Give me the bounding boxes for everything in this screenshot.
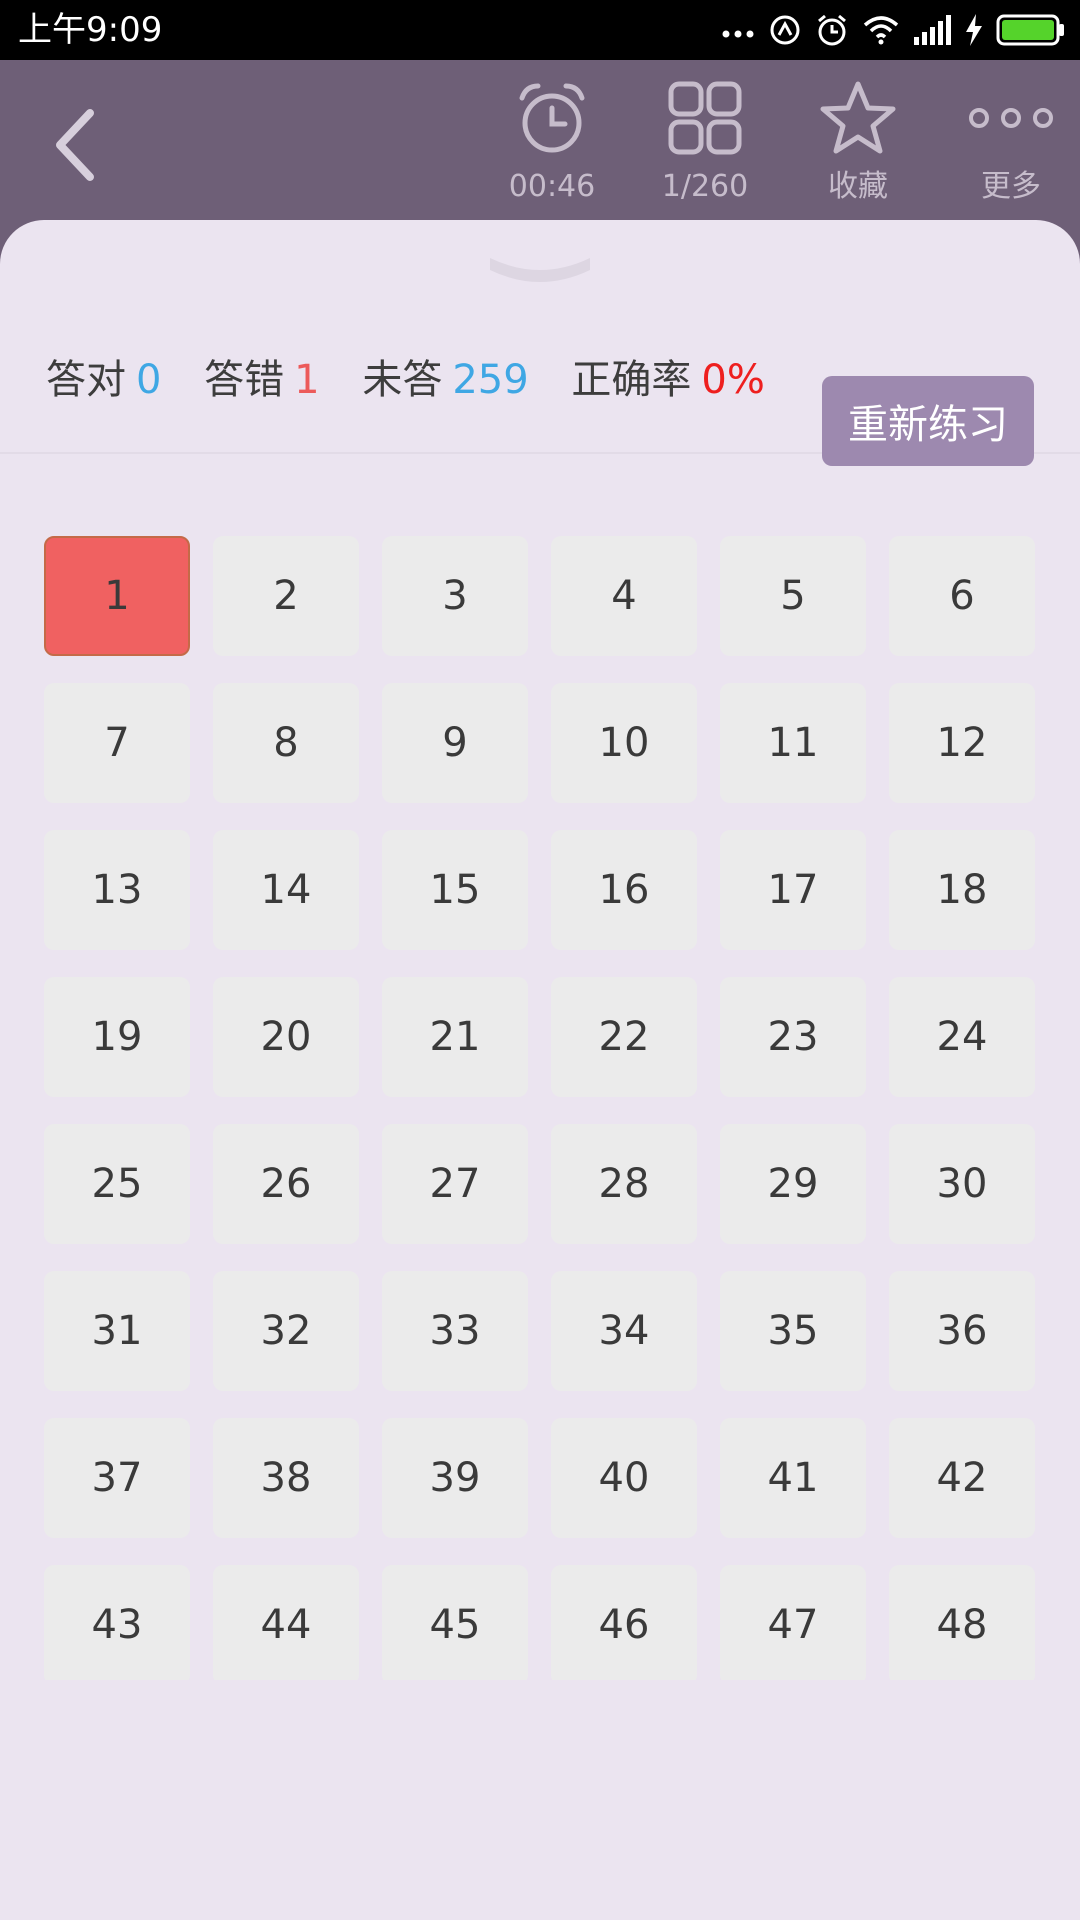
question-grid: 1 2 3 4 5 6 7 8 9 10 11 12 13 14 15 16 17 18 19 20 21 22 23 24 2… [0, 516, 1080, 1680]
question-cell[interactable]: 48 [889, 1565, 1035, 1680]
question-cell[interactable]: 18 [889, 830, 1035, 950]
stat-unanswered-value: 259 [452, 357, 529, 403]
question-cell[interactable]: 25 [44, 1124, 190, 1244]
progress-label: 1/260 [661, 169, 749, 204]
question-cell[interactable]: 44 [213, 1565, 359, 1680]
question-cell[interactable]: 10 [551, 683, 697, 803]
question-cell[interactable]: 37 [44, 1418, 190, 1538]
status-time: 上午9:09 [18, 10, 163, 50]
question-cell[interactable]: 21 [382, 977, 528, 1097]
stat-unanswered: 未答 259 [362, 357, 528, 403]
stat-wrong-label: 答错 [204, 357, 285, 403]
status-icons [720, 0, 1066, 60]
alarm-clock-icon [519, 83, 585, 152]
question-cell[interactable]: 6 [889, 536, 1035, 656]
wifi-icon [863, 16, 899, 45]
stat-wrong-value: 1 [294, 357, 320, 403]
question-cell[interactable]: 47 [720, 1565, 866, 1680]
question-cell[interactable]: 41 [720, 1418, 866, 1538]
question-cell[interactable]: 39 [382, 1418, 528, 1538]
question-cell[interactable]: 38 [213, 1418, 359, 1538]
question-cell[interactable]: 11 [720, 683, 866, 803]
question-cell[interactable]: 28 [551, 1124, 697, 1244]
more-button[interactable]: 更多 [946, 70, 1076, 215]
question-grid-inner: 1 2 3 4 5 6 7 8 9 10 11 12 13 14 15 16 17 18 19 20 21 22 23 24 2… [44, 536, 1036, 1680]
question-cell[interactable]: 46 [551, 1565, 697, 1680]
collapse-chevron-icon[interactable] [482, 250, 598, 294]
stat-correct: 答对 0 [46, 357, 161, 403]
timer-label: 00:46 [508, 169, 596, 204]
question-cell[interactable]: 42 [889, 1418, 1035, 1538]
question-cell[interactable]: 1 [44, 536, 190, 656]
question-cell[interactable]: 17 [720, 830, 866, 950]
alarm-icon [818, 14, 846, 46]
stat-wrong: 答错 1 [204, 357, 319, 403]
stats-summary: 答对 0 答错 1 未答 259 正确率 0% [46, 350, 795, 410]
restart-button[interactable]: 重新练习 [822, 376, 1034, 466]
back-button[interactable] [40, 100, 110, 190]
question-cell[interactable]: 43 [44, 1565, 190, 1680]
question-cell[interactable]: 14 [213, 830, 359, 950]
stat-accuracy-label: 正确率 [571, 357, 692, 403]
question-cell[interactable]: 29 [720, 1124, 866, 1244]
question-cell[interactable]: 33 [382, 1271, 528, 1391]
grid-icon [668, 81, 742, 154]
question-cell[interactable]: 4 [551, 536, 697, 656]
question-cell[interactable]: 40 [551, 1418, 697, 1538]
question-cell[interactable]: 19 [44, 977, 190, 1097]
toolbar: 00:46 1/260 收藏 更多 [0, 60, 1080, 220]
question-cell[interactable]: 22 [551, 977, 697, 1097]
question-grid-button[interactable]: 1/260 [640, 70, 770, 215]
more-dots-icon [722, 30, 754, 38]
question-cell[interactable]: 34 [551, 1271, 697, 1391]
stat-unanswered-label: 未答 [362, 357, 443, 403]
charging-icon [966, 14, 982, 46]
question-cell[interactable]: 8 [213, 683, 359, 803]
question-cell[interactable]: 31 [44, 1271, 190, 1391]
sync-icon [770, 15, 800, 45]
question-cell[interactable]: 7 [44, 683, 190, 803]
more-label: 更多 [981, 169, 1041, 204]
question-cell[interactable]: 23 [720, 977, 866, 1097]
question-cell[interactable]: 3 [382, 536, 528, 656]
question-cell[interactable]: 9 [382, 683, 528, 803]
question-cell[interactable]: 32 [213, 1271, 359, 1391]
signal-icon [914, 15, 951, 45]
question-cell[interactable]: 36 [889, 1271, 1035, 1391]
status-bar: 上午9:09 [0, 0, 1080, 60]
question-cell[interactable]: 27 [382, 1124, 528, 1244]
question-cell[interactable]: 12 [889, 683, 1035, 803]
stat-accuracy: 正确率 0% [571, 357, 764, 403]
question-cell[interactable]: 5 [720, 536, 866, 656]
question-cell[interactable]: 45 [382, 1565, 528, 1680]
timer-button[interactable]: 00:46 [487, 70, 617, 215]
answer-sheet-panel: 答对 0 答错 1 未答 259 正确率 0% 重新练习 1 2 3 4 5 6 7 8 9 10 11 12… [0, 220, 1080, 1920]
battery-icon [996, 14, 1064, 46]
question-cell[interactable]: 24 [889, 977, 1035, 1097]
chevron-left-icon [56, 109, 94, 181]
question-cell[interactable]: 35 [720, 1271, 866, 1391]
stat-correct-label: 答对 [46, 357, 126, 403]
stat-correct-value: 0 [136, 357, 162, 403]
stat-accuracy-value: 0% [701, 357, 765, 403]
more-icon [969, 107, 1053, 128]
star-icon [820, 81, 896, 153]
question-cell[interactable]: 13 [44, 830, 190, 950]
question-cell[interactable]: 26 [213, 1124, 359, 1244]
question-cell[interactable]: 2 [213, 536, 359, 656]
question-cell[interactable]: 30 [889, 1124, 1035, 1244]
favorite-button[interactable]: 收藏 [793, 70, 923, 215]
question-cell[interactable]: 20 [213, 977, 359, 1097]
question-cell[interactable]: 15 [382, 830, 528, 950]
favorite-label: 收藏 [828, 169, 888, 204]
question-cell[interactable]: 16 [551, 830, 697, 950]
